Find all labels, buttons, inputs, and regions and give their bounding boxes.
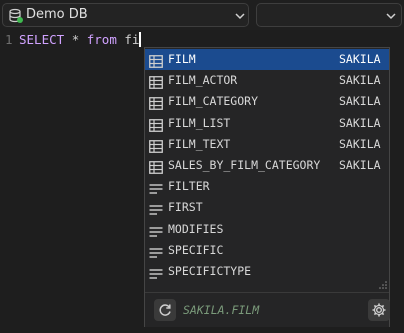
- autocomplete-item-name: MODIFIES: [168, 221, 224, 236]
- autocomplete-popup: FILM SAKILA FILM_ACTOR SAKILA FILM_CATEGORY S…: [144, 47, 390, 327]
- autocomplete-item[interactable]: SALES_BY_FILM_CATEGORY SAKILA: [145, 155, 389, 176]
- autocomplete-item-name: FIRST: [168, 200, 203, 215]
- autocomplete-item[interactable]: SPECIFICTYPE: [145, 261, 389, 282]
- autocomplete-item-name: SALES_BY_FILM_CATEGORY: [168, 157, 321, 172]
- keyword-icon: [149, 265, 163, 279]
- autocomplete-item-schema: SAKILA: [339, 115, 381, 130]
- table-icon: [149, 117, 163, 132]
- settings-button[interactable]: [368, 299, 390, 321]
- code-line[interactable]: SELECT * from fi: [19, 32, 141, 48]
- chevron-down-icon: [235, 13, 245, 20]
- keyword-icon: [149, 201, 163, 216]
- line-number: 1: [5, 32, 13, 47]
- table-icon: [149, 53, 163, 68]
- typed-text: fi: [124, 32, 140, 47]
- keyword-icon: [149, 244, 163, 258]
- keyword-select: SELECT: [19, 32, 65, 47]
- chevron-down-icon: [386, 13, 396, 20]
- table-icon: [149, 138, 163, 153]
- autocomplete-item-schema: SAKILA: [339, 136, 381, 151]
- autocomplete-item[interactable]: MODIFIES: [145, 219, 389, 240]
- database-label: Demo DB: [26, 7, 88, 22]
- autocomplete-item-name: FILTER: [168, 179, 210, 194]
- autocomplete-item[interactable]: FILM_LIST SAKILA: [145, 113, 389, 134]
- gear-icon: [372, 303, 386, 317]
- autocomplete-item-name: FILM_ACTOR: [168, 73, 238, 88]
- keyword-icon: [149, 180, 163, 194]
- autocomplete-item-schema: SAKILA: [339, 52, 381, 66]
- toolbar: Demo DB: [0, 0, 404, 30]
- refresh-icon: [159, 304, 171, 316]
- autocomplete-item-name: FILM: [168, 52, 196, 66]
- autocomplete-item[interactable]: SPECIFIC: [145, 240, 389, 261]
- table-icon: [149, 159, 163, 174]
- autocomplete-item-schema: SAKILA: [339, 73, 381, 88]
- refresh-button[interactable]: [154, 299, 176, 321]
- table-icon: [149, 95, 163, 111]
- text-caret: [139, 32, 141, 47]
- autocomplete-list: FILM SAKILA FILM_ACTOR SAKILA FILM_CATEGORY S…: [145, 49, 389, 282]
- autocomplete-item[interactable]: FILM_CATEGORY SAKILA: [145, 91, 389, 112]
- selected-item-path: SAKILA.FILM: [183, 303, 260, 317]
- autocomplete-item-name: FILM_CATEGORY: [168, 94, 259, 109]
- keyword-from: from: [86, 32, 117, 47]
- autocomplete-item-name: SPECIFICTYPE: [168, 263, 252, 278]
- autocomplete-item[interactable]: FILM SAKILA: [145, 49, 389, 71]
- autocomplete-item[interactable]: FILM_TEXT SAKILA: [145, 134, 389, 155]
- database-icon: [9, 8, 23, 23]
- resize-grip-icon[interactable]: [379, 281, 387, 289]
- schema-select[interactable]: [256, 3, 402, 27]
- autocomplete-item-name: FILM_LIST: [168, 115, 231, 130]
- autocomplete-item-schema: SAKILA: [339, 157, 381, 172]
- database-select[interactable]: Demo DB: [2, 3, 249, 27]
- autocomplete-footer: SAKILA.FILM: [145, 292, 390, 327]
- autocomplete-item-schema: SAKILA: [339, 94, 381, 109]
- table-icon: [149, 74, 163, 90]
- star-token: *: [71, 32, 80, 47]
- keyword-icon: [149, 223, 163, 237]
- autocomplete-item[interactable]: FILTER: [145, 176, 389, 197]
- autocomplete-item[interactable]: FILM_ACTOR SAKILA: [145, 70, 389, 91]
- autocomplete-item-name: SPECIFIC: [168, 242, 224, 257]
- autocomplete-item-name: FILM_TEXT: [168, 136, 231, 151]
- autocomplete-item[interactable]: FIRST: [145, 197, 389, 218]
